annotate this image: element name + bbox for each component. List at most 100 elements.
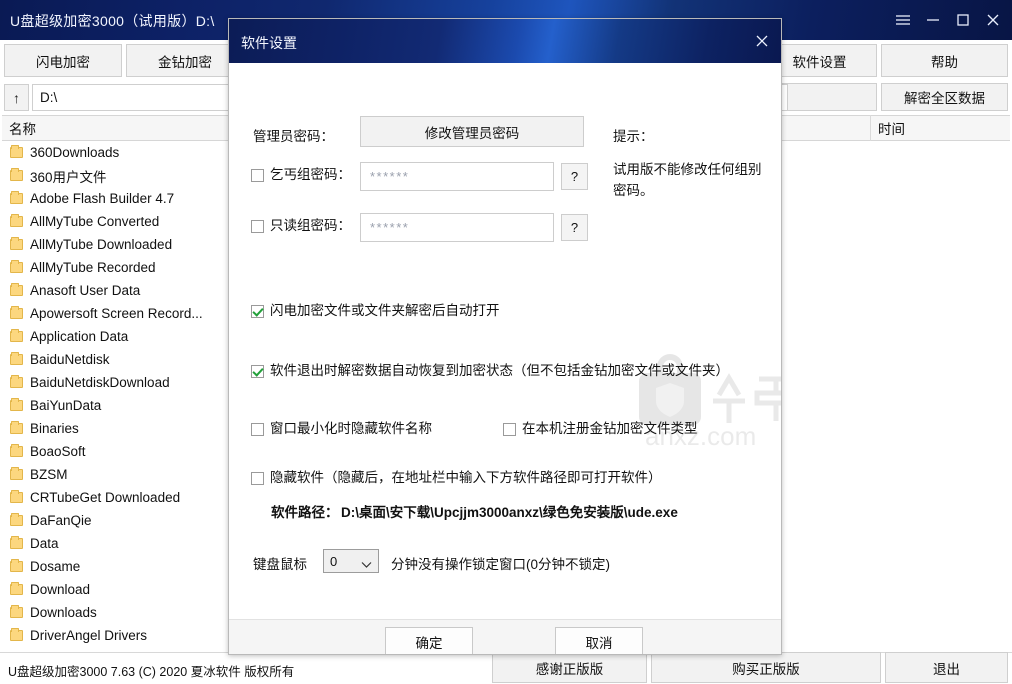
status-button-exit[interactable]: 退出	[885, 652, 1008, 683]
file-name: Download	[30, 582, 90, 597]
toolbar-button-flash-encrypt[interactable]: 闪电加密	[4, 44, 122, 77]
file-name: BaiduNetdiskDownload	[30, 375, 170, 390]
file-name: Adobe Flash Builder 4.7	[30, 191, 174, 206]
status-text: U盘超级加密3000 7.63 (C) 2020 夏冰软件 版权所有	[8, 661, 294, 680]
checkbox-box	[251, 423, 264, 436]
folder-icon	[10, 216, 23, 227]
option-auto-open-checkbox[interactable]: 闪电加密文件或文件夹解密后自动打开	[251, 303, 500, 319]
maximize-icon[interactable]	[948, 0, 978, 40]
toolbar-button-diamond-encrypt[interactable]: 金钻加密	[126, 44, 244, 77]
folder-icon	[10, 561, 23, 572]
file-name: Apowersoft Screen Record...	[30, 306, 203, 321]
folder-icon	[10, 423, 23, 434]
dialog-ok-button[interactable]: 确定	[385, 627, 473, 655]
chevron-down-icon	[361, 557, 372, 572]
folder-icon	[10, 354, 23, 365]
option-register-filetype-checkbox[interactable]: 在本机注册金钻加密文件类型	[503, 421, 698, 437]
file-name: CRTubeGet Downloaded	[30, 490, 180, 505]
dialog-titlebar: 软件设置	[229, 19, 782, 63]
folder-icon	[10, 515, 23, 526]
dialog-title: 软件设置	[241, 33, 297, 53]
file-name: DriverAngel Drivers	[30, 628, 147, 643]
option-restore-on-exit-checkbox[interactable]: 软件退出时解密数据自动恢复到加密状态（但不包括金钻加密文件或文件夹）	[251, 363, 729, 379]
lock-minutes-value: 0	[330, 554, 337, 569]
folder-icon	[10, 446, 23, 457]
folder-icon	[10, 584, 23, 595]
checkbox-box	[251, 472, 264, 485]
keyboard-mouse-label: 键盘鼠标	[253, 553, 307, 573]
folder-icon	[10, 607, 23, 618]
file-name: BaiYunData	[30, 398, 101, 413]
folder-icon	[10, 193, 23, 204]
lock-minutes-suffix: 分钟没有操作锁定窗口(0分钟不锁定)	[391, 553, 610, 573]
file-name: BoaoSoft	[30, 444, 86, 459]
folder-icon	[10, 239, 23, 250]
close-icon[interactable]	[978, 0, 1008, 40]
software-settings-dialog: 软件设置 anxz.com	[228, 18, 782, 655]
readonly-group-help-button[interactable]: ?	[561, 214, 588, 241]
folder-icon	[10, 147, 23, 158]
beggar-group-password-input[interactable]: ******	[360, 162, 554, 191]
folder-icon	[10, 285, 23, 296]
checkbox-box	[503, 423, 516, 436]
readonly-group-password-checkbox[interactable]: 只读组密码：	[251, 218, 351, 234]
folder-icon	[10, 469, 23, 480]
column-header-time[interactable]: 时间	[871, 115, 1008, 141]
option-auto-open-label: 闪电加密文件或文件夹解密后自动打开	[270, 303, 500, 319]
folder-icon	[10, 538, 23, 549]
file-name: AllMyTube Recorded	[30, 260, 156, 275]
option-hide-name-minimized-checkbox[interactable]: 窗口最小化时隐藏软件名称	[251, 421, 432, 437]
minimize-icon[interactable]	[918, 0, 948, 40]
file-name: Binaries	[30, 421, 79, 436]
folder-icon	[10, 630, 23, 641]
file-name: BZSM	[30, 467, 68, 482]
option-register-filetype-label: 在本机注册金钻加密文件类型	[522, 421, 698, 437]
beggar-group-password-label: 乞丐组密码：	[270, 167, 351, 183]
option-hide-software-checkbox[interactable]: 隐藏软件（隐藏后，在地址栏中输入下方软件路径即可打开软件）	[251, 470, 662, 486]
change-admin-password-button[interactable]: 修改管理员密码	[360, 116, 584, 147]
dialog-cancel-button[interactable]: 取消	[555, 627, 643, 655]
app-root: U盘超级加密3000（试用版）D:\ 闪电加密 金钻加密 软件设置 帮助 解密全…	[0, 0, 1012, 684]
folder-icon	[10, 262, 23, 273]
software-path-value: D:\桌面\安下载\Upcjjm3000anxz\绿色免安装版\ude.exe	[341, 501, 678, 521]
column-header-name[interactable]: 名称	[2, 115, 230, 141]
checkbox-box	[251, 365, 264, 378]
file-name: Application Data	[30, 329, 128, 344]
beggar-group-password-checkbox[interactable]: 乞丐组密码：	[251, 167, 351, 183]
status-button-thanks[interactable]: 感谢正版版	[492, 652, 647, 683]
file-name: AllMyTube Downloaded	[30, 237, 172, 252]
file-name: Dosame	[30, 559, 80, 574]
folder-icon	[10, 308, 23, 319]
status-button-buy[interactable]: 购买正版版	[651, 652, 881, 683]
readonly-group-password-input[interactable]: ******	[360, 213, 554, 242]
toolbar-button-decrypt-all[interactable]: 解密全区数据	[881, 83, 1008, 111]
lock-minutes-select[interactable]: 0	[323, 549, 379, 573]
option-hide-name-minimized-label: 窗口最小化时隐藏软件名称	[270, 421, 432, 437]
readonly-group-password-label: 只读组密码：	[270, 218, 351, 234]
file-name: BaiduNetdisk	[30, 352, 110, 367]
navigate-up-button[interactable]: ↑	[4, 84, 29, 111]
window-title: U盘超级加密3000（试用版）D:\	[10, 11, 215, 31]
folder-icon	[10, 492, 23, 503]
admin-password-label: 管理员密码：	[253, 125, 334, 145]
dialog-footer: 确定 取消	[229, 619, 782, 655]
file-name: AllMyTube Converted	[30, 214, 159, 229]
checkbox-box	[251, 305, 264, 318]
folder-icon	[10, 400, 23, 411]
file-name: Downloads	[30, 605, 97, 620]
dialog-body: anxz.com 管理员密码： 修改管理员密码 提示： 试用版不能修改任何组别密…	[229, 63, 782, 619]
option-restore-on-exit-label: 软件退出时解密数据自动恢复到加密状态（但不包括金钻加密文件或文件夹）	[270, 363, 729, 379]
beggar-group-help-button[interactable]: ?	[561, 163, 588, 190]
file-name: 360Downloads	[30, 145, 119, 160]
option-hide-software-label: 隐藏软件（隐藏后，在地址栏中输入下方软件路径即可打开软件）	[270, 470, 662, 486]
folder-icon	[10, 331, 23, 342]
menu-icon[interactable]	[888, 0, 918, 40]
file-name: 360用户文件	[30, 166, 107, 186]
tip-text: 试用版不能修改任何组别密码。	[613, 159, 768, 201]
file-name: Data	[30, 536, 59, 551]
checkbox-box	[251, 220, 264, 233]
toolbar-button-help[interactable]: 帮助	[881, 44, 1008, 77]
dialog-close-icon[interactable]	[749, 29, 775, 53]
file-name: Anasoft User Data	[30, 283, 140, 298]
software-path-label: 软件路径：	[271, 501, 339, 521]
